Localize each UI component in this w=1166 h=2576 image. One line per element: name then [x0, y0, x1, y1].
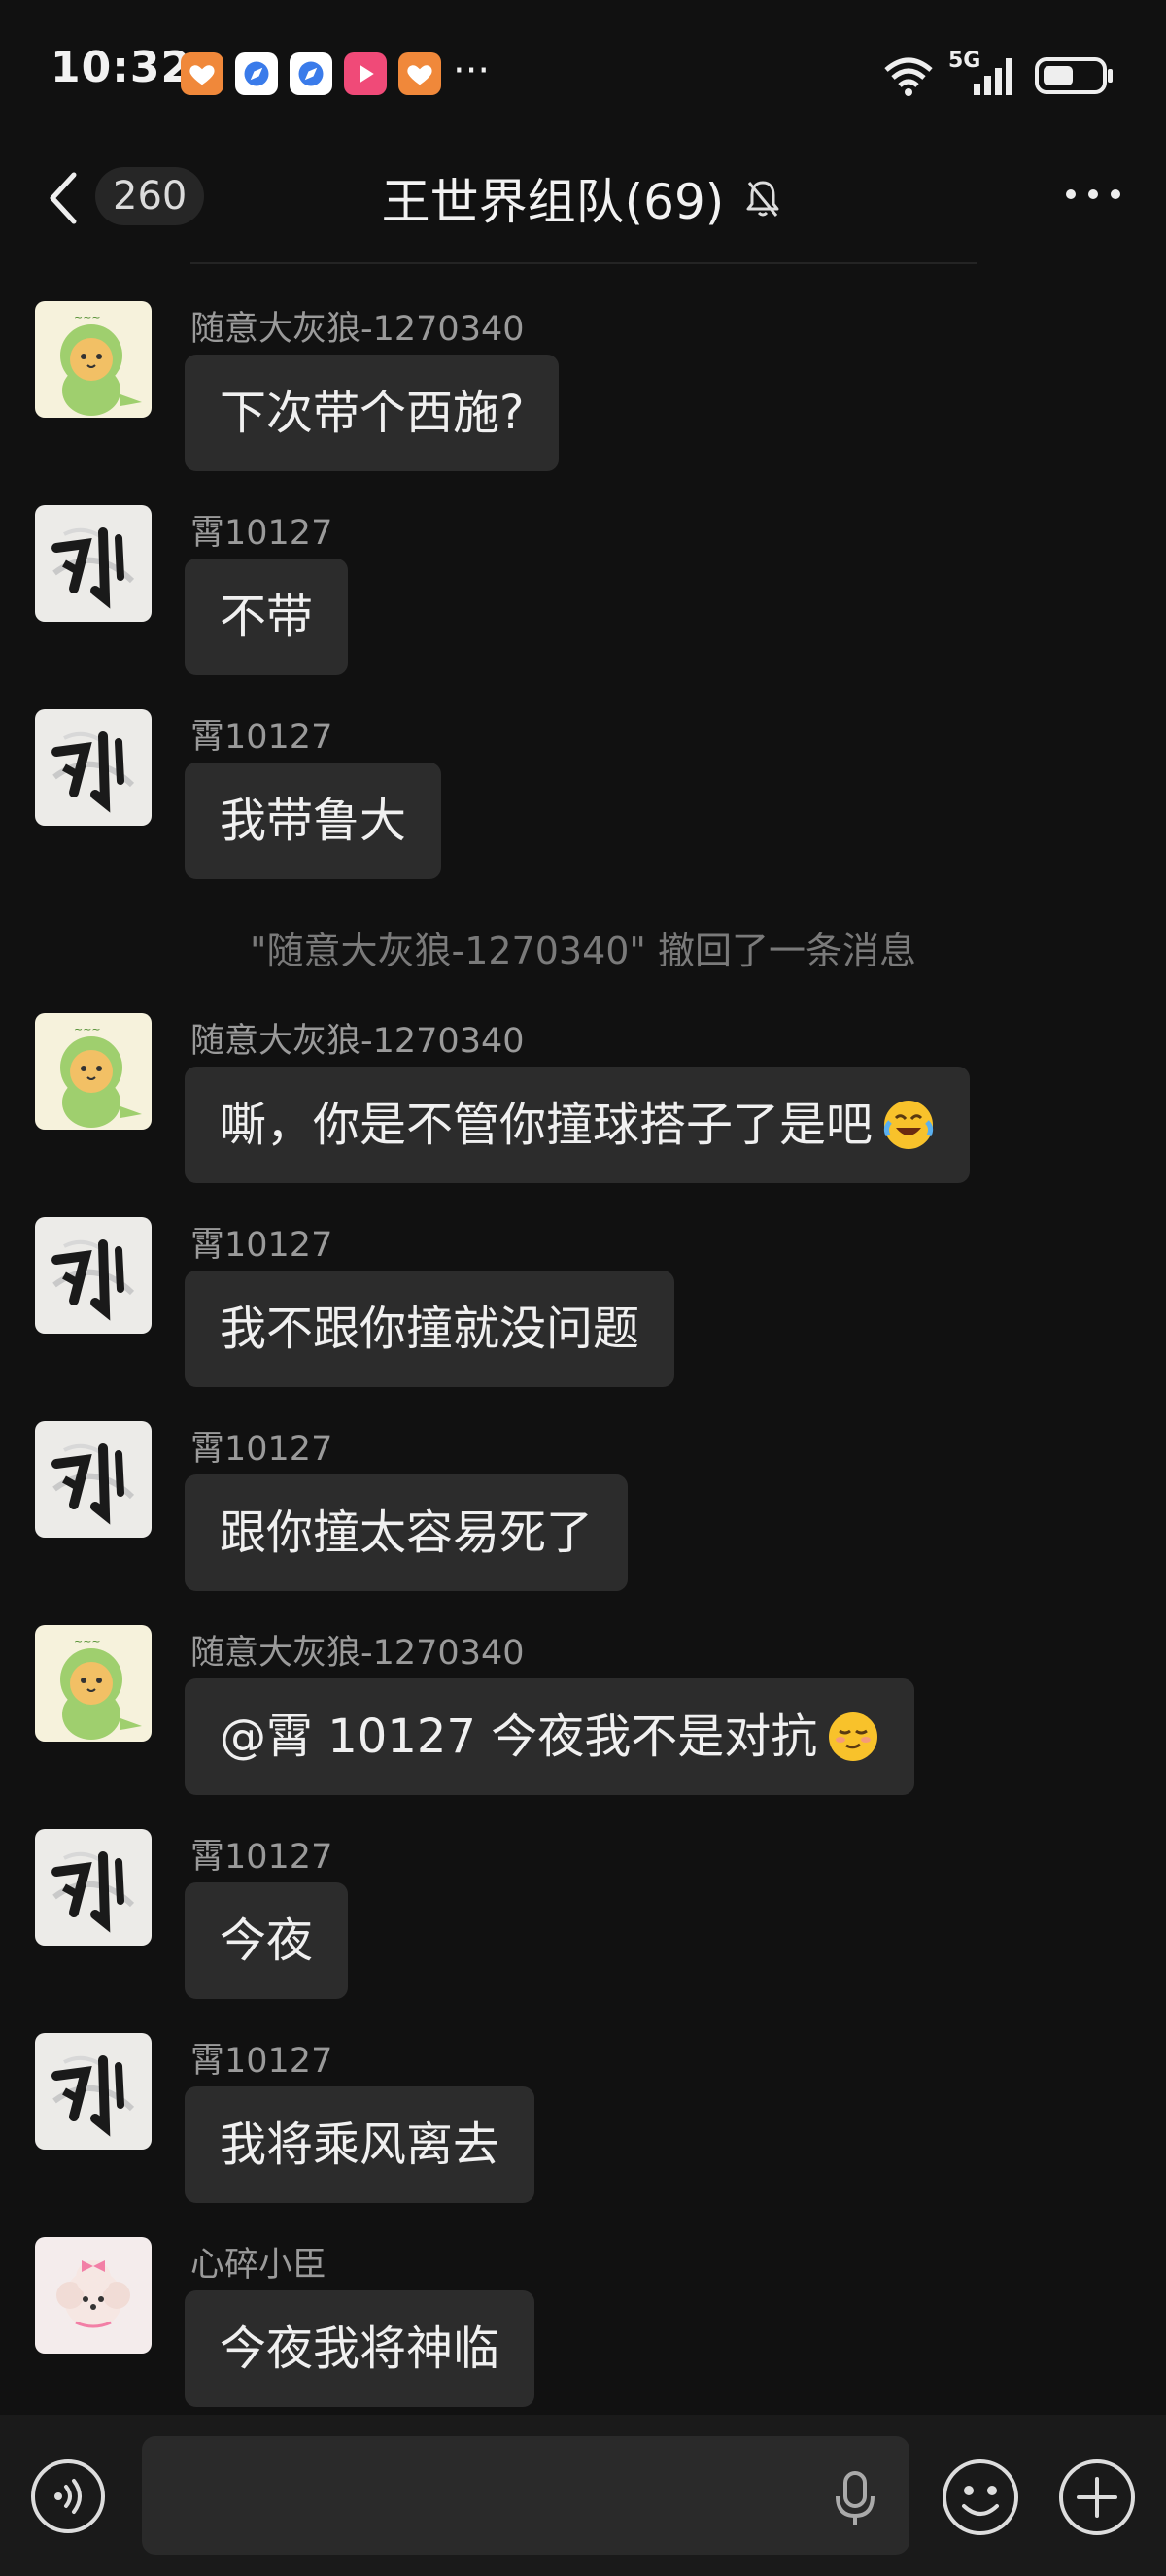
more-menu-icon[interactable]	[1059, 175, 1127, 214]
sender-name: 霄10127	[190, 514, 333, 553]
avatar[interactable]	[35, 505, 152, 622]
message-bubble[interactable]: 今夜	[185, 1882, 349, 1999]
status-right: 5G	[882, 49, 1115, 99]
wifi-icon	[884, 57, 933, 96]
chat-title-container: 王世界组队(69)	[0, 163, 1166, 233]
chat-title[interactable]: 王世界组队(69)	[382, 163, 725, 233]
message-bubble[interactable]: 今夜我将神临	[185, 2290, 535, 2407]
message-text: 今夜	[220, 1914, 314, 1968]
message-text: 下次带个西施?	[220, 386, 525, 440]
message-bubble[interactable]: 我带鲁大	[185, 763, 442, 879]
message-bubble[interactable]: 跟你撞太容易死了	[185, 1474, 629, 1591]
chat-header: 260 王世界组队(69)	[0, 146, 1166, 251]
message-text: @霄 10127 今夜我不是对抗	[220, 1710, 818, 1764]
emoji-icon[interactable]	[941, 2457, 1020, 2537]
header-divider	[190, 262, 977, 264]
message-bubble[interactable]: 不带	[185, 559, 349, 675]
voice-mode-icon[interactable]	[29, 2457, 107, 2535]
message-bubble[interactable]: 嘶，你是不管你撞球搭子了是吧	[185, 1067, 971, 1183]
recall-notice: "随意大灰狼-1270340" 撤回了一条消息	[250, 930, 916, 972]
message-bubble[interactable]: 我将乘风离去	[185, 2086, 535, 2203]
message-text: 不带	[220, 590, 314, 644]
message-bubble[interactable]: 我不跟你撞就没问题	[185, 1271, 675, 1387]
crying-laughing-emoji-icon	[882, 1099, 935, 1151]
battery-icon	[1035, 57, 1113, 94]
message-bubble[interactable]: 下次带个西施?	[185, 355, 560, 471]
sender-name: 心碎小臣	[190, 2246, 327, 2285]
sender-name: 随意大灰狼-1270340	[190, 1022, 525, 1061]
message-text: 跟你撞太容易死了	[220, 1506, 594, 1560]
sender-name: 霄10127	[190, 1226, 333, 1265]
message-bubble[interactable]: @霄 10127 今夜我不是对抗	[185, 1678, 915, 1795]
sender-name: 霄10127	[190, 1838, 333, 1877]
avatar[interactable]	[35, 709, 152, 826]
mute-bell-icon	[746, 181, 779, 217]
sender-name: 霄10127	[190, 1430, 333, 1469]
message-text: 我带鲁大	[220, 794, 407, 848]
avatar[interactable]	[35, 2237, 152, 2354]
sender-name: 霄10127	[190, 718, 333, 757]
message-text: 我不跟你撞就没问题	[220, 1302, 640, 1356]
message-text: 嘶，你是不管你撞球搭子了是吧	[220, 1098, 874, 1152]
avatar[interactable]	[35, 301, 152, 418]
heart-app-icon	[181, 52, 223, 95]
compass-app-icon	[235, 52, 278, 95]
avatar[interactable]	[35, 1013, 152, 1130]
message-text: 我将乘风离去	[220, 2118, 500, 2172]
sender-name: 霄10127	[190, 2042, 333, 2081]
play-app-icon	[344, 52, 387, 95]
notification-icons	[181, 52, 441, 95]
avatar[interactable]	[35, 1829, 152, 1946]
compass-app-icon	[290, 52, 332, 95]
status-bar: 10:32 ··· 5G	[0, 0, 1166, 146]
avatar[interactable]	[35, 1421, 152, 1538]
avatar[interactable]	[35, 1625, 152, 1742]
message-input[interactable]	[142, 2436, 909, 2555]
microphone-icon[interactable]	[828, 2469, 882, 2527]
more-notifications-icon: ···	[453, 49, 491, 93]
avatar[interactable]	[35, 2033, 152, 2150]
sender-name: 随意大灰狼-1270340	[190, 1634, 525, 1673]
sender-name: 随意大灰狼-1270340	[190, 310, 525, 349]
avatar[interactable]	[35, 1217, 152, 1334]
heart-app-icon	[398, 52, 441, 95]
message-text: 今夜我将神临	[220, 2322, 500, 2376]
cellular-signal-icon: 5G	[948, 49, 1020, 99]
status-time: 10:32	[51, 43, 192, 92]
add-icon[interactable]	[1057, 2457, 1137, 2537]
smug-face-emoji-icon	[827, 1711, 879, 1763]
input-bar	[0, 2415, 1166, 2576]
